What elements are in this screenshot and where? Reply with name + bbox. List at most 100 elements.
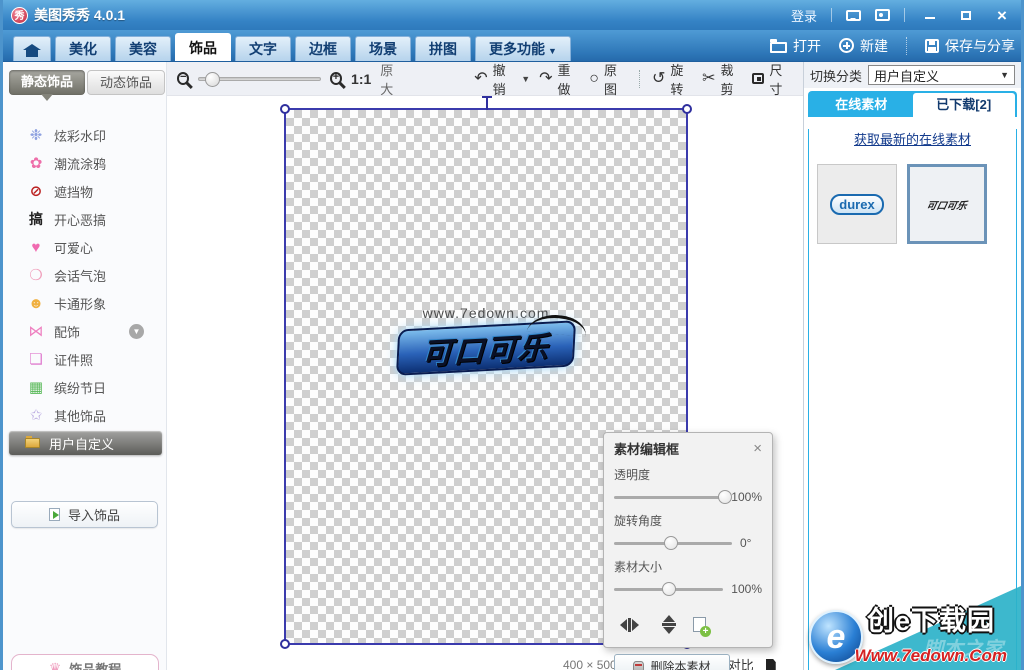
duplicate-icon[interactable] bbox=[693, 617, 711, 637]
cartoon-icon: ☻ bbox=[28, 294, 44, 312]
page-action-button[interactable] bbox=[765, 658, 776, 670]
save-icon bbox=[925, 38, 939, 53]
category-speech-bubbles[interactable]: ❍ 会话气泡 bbox=[9, 261, 166, 289]
zoom-slider-knob[interactable] bbox=[205, 71, 221, 87]
rotate-label: 旋转 bbox=[670, 62, 684, 97]
scale-value: 100% bbox=[731, 582, 762, 596]
divider bbox=[638, 69, 640, 88]
dialog-title: 素材编辑框 bbox=[614, 442, 680, 457]
sticker-sidebar: 静态饰品 动态饰品 ❉ 炫彩水印 ✿ 潮流涂鸦 ⊘ 遮挡物 搞开心恶搞 ♥ 可爱心 ❍ 会… bbox=[3, 62, 167, 670]
close-button[interactable]: × bbox=[991, 6, 1013, 24]
crop-icon: ✂ bbox=[702, 69, 716, 87]
category-select[interactable]: 用户自定义 ▼ bbox=[868, 65, 1015, 85]
tab-collage[interactable]: 拼图 bbox=[415, 36, 471, 61]
zoom-fit-label[interactable]: 原大 bbox=[380, 60, 404, 98]
category-colorful-watermark[interactable]: ❉ 炫彩水印 bbox=[9, 121, 166, 149]
get-latest-materials-link[interactable]: 获取最新的在线素材 bbox=[809, 129, 1016, 148]
rotate-handle[interactable] bbox=[482, 96, 492, 110]
chevron-down-icon[interactable]: ▼ bbox=[521, 74, 530, 84]
block-icon: ⊘ bbox=[29, 183, 43, 200]
resize-handle-top-right[interactable] bbox=[682, 104, 692, 114]
scale-slider-knob[interactable] bbox=[662, 581, 676, 596]
dialog-close-button[interactable]: × bbox=[753, 441, 762, 456]
page-icon bbox=[765, 658, 776, 670]
tab-downloaded-materials[interactable]: 已下载[2] bbox=[912, 93, 1015, 117]
tab-online-materials[interactable]: 在线素材 bbox=[810, 93, 913, 117]
category-funny-spoof[interactable]: 搞开心恶搞 bbox=[9, 205, 166, 233]
canvas-region: www.7edown.com 可口可乐 400 × 500 对比 素材编辑框 × bbox=[167, 96, 803, 670]
category-trendy-graffiti[interactable]: ✿ 潮流涂鸦 bbox=[9, 149, 166, 177]
opacity-slider[interactable] bbox=[614, 489, 732, 504]
opacity-slider-knob[interactable] bbox=[718, 489, 732, 504]
rotation-slider[interactable] bbox=[614, 535, 732, 550]
flip-horizontal-icon[interactable] bbox=[614, 617, 645, 632]
category-cover-items[interactable]: ⊘ 遮挡物 bbox=[9, 177, 166, 205]
crown-icon: ♛ bbox=[48, 659, 62, 670]
import-sticker-button[interactable]: 导入饰品 bbox=[11, 501, 158, 528]
shirt-icon: ❏ bbox=[29, 351, 43, 368]
resize-button[interactable]: 尺寸 bbox=[752, 60, 793, 98]
zoom-out-icon[interactable]: − bbox=[177, 71, 190, 85]
delete-sticker-button[interactable]: 删除本素材 bbox=[614, 654, 730, 670]
chevron-down-icon[interactable]: ▼ bbox=[129, 323, 144, 339]
rotation-slider-knob[interactable] bbox=[664, 535, 678, 550]
category-festivals[interactable]: ▦ 缤纷节日 bbox=[9, 373, 166, 401]
category-label: 遮挡物 bbox=[54, 184, 94, 200]
material-thumb-durex[interactable]: durex bbox=[817, 164, 897, 244]
tab-retouch[interactable]: 美容 bbox=[115, 36, 171, 61]
tab-beautify[interactable]: 美化 bbox=[55, 36, 111, 61]
durex-logo: durex bbox=[830, 193, 884, 215]
tab-more[interactable]: 更多功能 ▼ bbox=[475, 36, 571, 61]
plus-circle-icon bbox=[839, 38, 854, 53]
feedback-icon[interactable] bbox=[846, 9, 861, 21]
category-cute-hearts[interactable]: ♥ 可爱心 bbox=[9, 233, 166, 261]
zoom-actual-label[interactable]: 1:1 bbox=[351, 71, 371, 87]
resize-handle-top-left[interactable] bbox=[280, 104, 290, 114]
open-button[interactable]: 打开 bbox=[770, 30, 821, 61]
cola-thumb-logo: 可口可乐 bbox=[925, 200, 968, 212]
tab-frames[interactable]: 边框 bbox=[295, 36, 351, 61]
original-button[interactable]: ○ 原图 bbox=[589, 60, 627, 98]
resize-label: 尺寸 bbox=[769, 62, 783, 97]
category-user-custom-selected[interactable]: 用户自定义 bbox=[9, 431, 162, 455]
app-logo-icon: 秀 bbox=[11, 6, 28, 24]
tab-static-stickers[interactable]: 静态饰品 bbox=[9, 70, 86, 101]
tab-text[interactable]: 文字 bbox=[235, 36, 291, 61]
tab-scenes[interactable]: 场景 bbox=[355, 36, 411, 61]
maximize-button[interactable] bbox=[955, 6, 977, 24]
star-icon: ✩ bbox=[29, 407, 43, 424]
crop-button[interactable]: ✂ 裁剪 bbox=[702, 60, 743, 98]
save-share-button[interactable]: 保存与分享 bbox=[925, 30, 1015, 61]
category-other-stickers[interactable]: ✩ 其他饰品 bbox=[9, 401, 166, 429]
undo-label: 撤销 bbox=[492, 62, 506, 97]
login-link[interactable]: 登录 bbox=[791, 6, 817, 25]
undo-button[interactable]: ↶ 撤销 ▼ bbox=[474, 60, 530, 98]
import-icon bbox=[48, 508, 60, 521]
scale-slider[interactable] bbox=[614, 581, 724, 596]
material-thumb-cola-selected[interactable]: 可口可乐 bbox=[907, 164, 987, 244]
maximize-icon bbox=[961, 10, 971, 20]
resize-handle-bottom-left[interactable] bbox=[280, 639, 290, 649]
gallery-icon[interactable] bbox=[875, 9, 890, 21]
tab-animated-stickers[interactable]: 动态饰品 bbox=[87, 70, 166, 95]
zoom-in-icon[interactable]: + bbox=[329, 71, 343, 85]
category-label: 证件照 bbox=[54, 352, 94, 368]
cola-logo-sticker[interactable]: 可口可乐 bbox=[395, 320, 577, 376]
home-tab[interactable] bbox=[13, 36, 51, 61]
category-accessories[interactable]: ⋈ 配饰 ▼ bbox=[9, 317, 166, 345]
title-bar: 秀 美图秀秀 4.0.1 登录 × bbox=[3, 0, 1021, 30]
zoom-slider[interactable] bbox=[198, 71, 321, 87]
new-button[interactable]: 新建 bbox=[839, 30, 888, 61]
minimize-button[interactable] bbox=[919, 6, 941, 24]
cola-logo-text: 可口可乐 bbox=[421, 331, 551, 372]
category-id-photo[interactable]: ❏ 证件照 bbox=[9, 345, 166, 373]
redo-button[interactable]: ↷ 重做 bbox=[539, 60, 580, 98]
category-label: 潮流涂鸦 bbox=[54, 156, 107, 172]
sticker-tutorial-button[interactable]: ♛ 饰品教程 bbox=[11, 654, 159, 670]
tab-stickers[interactable]: 饰品 bbox=[175, 33, 231, 61]
flip-vertical-icon[interactable] bbox=[662, 609, 676, 640]
rotate-button[interactable]: ↺ 旋转 bbox=[652, 60, 693, 98]
open-label: 打开 bbox=[793, 37, 821, 54]
category-cartoon-figures[interactable]: ☻ 卡通形象 bbox=[9, 289, 166, 317]
category-label: 配饰 bbox=[54, 324, 81, 340]
